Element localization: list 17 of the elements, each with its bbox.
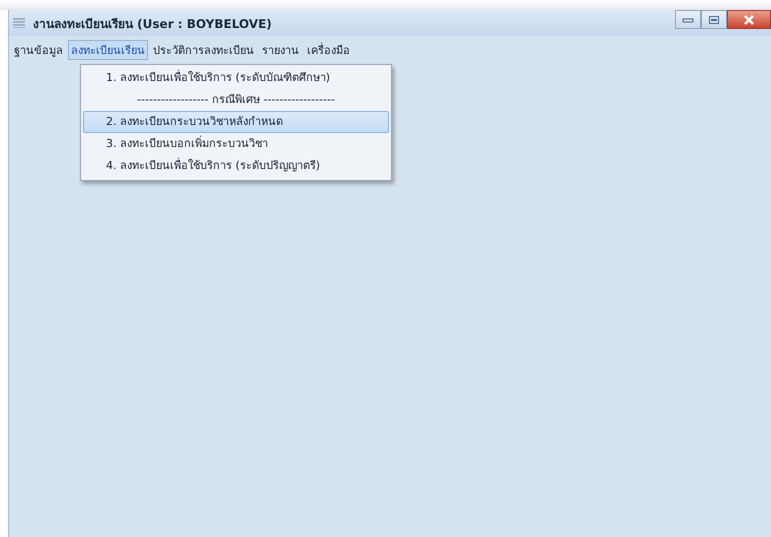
maximize-icon (708, 14, 720, 24)
menu-option[interactable]: 3. ลงทะเบียนบอกเพิ่มกระบวนวิชา (83, 133, 389, 155)
menu-option[interactable]: 4. ลงทะเบียนเพื่อใช้บริการ (ระดับปริญญาตรี) (83, 155, 389, 177)
window-title: งานลงทะเบียนเรียน (User : BOYBELOVE) (33, 16, 272, 32)
menu-item[interactable]: ลงทะเบียนเรียน (68, 40, 148, 60)
maximize-button[interactable] (701, 10, 727, 29)
close-icon (743, 14, 755, 26)
minimize-button[interactable] (675, 10, 701, 29)
menu-option[interactable]: 2. ลงทะเบียนกระบวนวิชาหลังกำหนด (83, 111, 389, 133)
menu-item[interactable]: ฐานข้อมูล (11, 40, 66, 60)
minimize-icon (682, 16, 694, 24)
menu-option[interactable]: 1. ลงทะเบียนเพื่อใช้บริการ (ระดับบัณฑิตศึกษา) (83, 67, 389, 89)
menu-item[interactable]: ประวัติการลงทะเบียน (150, 40, 257, 60)
menu-item[interactable]: เครื่องมือ (304, 40, 353, 60)
menu-separator: ------------------ กรณีพิเศษ ------------------ (136, 92, 336, 108)
close-button[interactable] (727, 10, 771, 29)
menu-item[interactable]: รายงาน (259, 40, 302, 60)
